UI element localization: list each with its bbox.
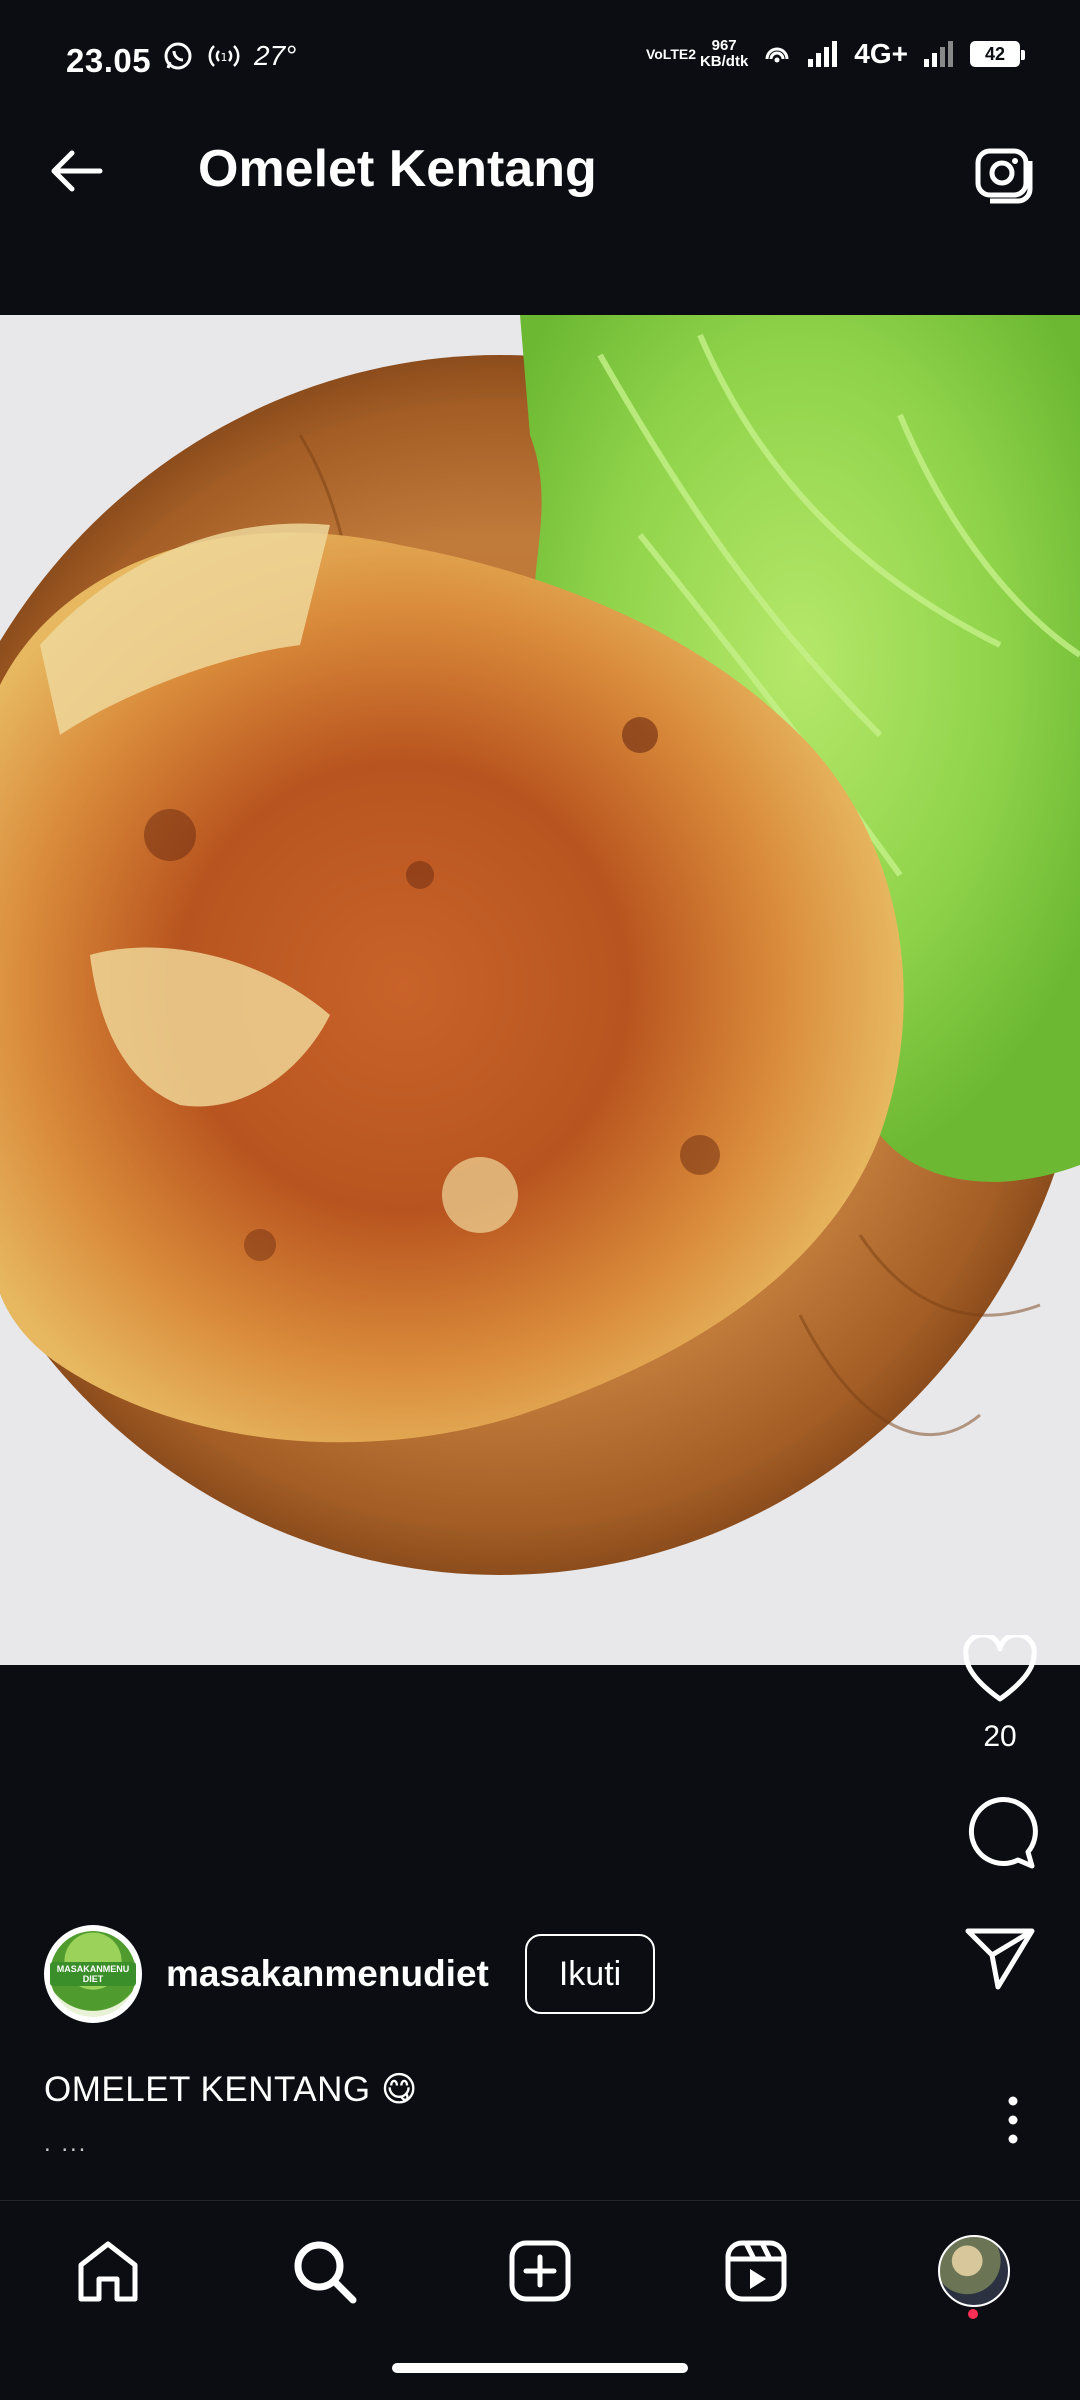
like-button[interactable] — [960, 1630, 1040, 1710]
author-username[interactable]: masakanmenudiet — [166, 1953, 489, 1995]
follow-button[interactable]: Ikuti — [524, 1934, 656, 2014]
more-options-button[interactable] — [988, 2090, 1038, 2150]
network-type: 4G+ — [854, 38, 908, 69]
camera-icon — [975, 148, 1033, 204]
nav-home[interactable] — [68, 2231, 148, 2311]
share-button[interactable] — [960, 1918, 1040, 1998]
nav-search[interactable] — [284, 2231, 364, 2311]
status-left-icons: 1 27° — [162, 40, 296, 72]
status-temperature: 27° — [254, 40, 297, 71]
avatar-logo-text: MASAKANMENU DIET — [50, 1962, 136, 1986]
volte-label: VoLTE2 — [645, 46, 696, 62]
bottom-navigation — [0, 2200, 1080, 2400]
nav-create[interactable] — [500, 2231, 580, 2311]
signal-2-icon — [924, 41, 953, 67]
profile-avatar — [938, 2235, 1010, 2307]
like-count: 20 — [983, 1720, 1017, 1753]
speed-unit: KB/dtk — [699, 53, 749, 70]
status-bar: 23.05 1 27° VoLTE2 967 KB/dtk 4G+ 42 — [0, 0, 1080, 95]
home-icon — [78, 2241, 138, 2302]
author-avatar[interactable]: MASAKANMENU DIET — [44, 1925, 142, 2023]
camera-button[interactable] — [968, 137, 1040, 209]
wifi-calling-icon — [765, 47, 789, 63]
battery-indicator: 42 — [970, 41, 1025, 67]
status-right-icons: VoLTE2 967 KB/dtk 4G+ 42 — [645, 38, 1025, 70]
plus-square-icon — [509, 2240, 571, 2302]
hotspot-icon: 1 — [208, 45, 240, 67]
comment-button[interactable] — [960, 1794, 1040, 1874]
comment-icon — [968, 1797, 1038, 1869]
status-time: 23.05 — [66, 42, 152, 79]
nav-reels[interactable] — [716, 2231, 796, 2311]
heart-icon — [963, 1635, 1037, 1702]
speed-value: 967 — [711, 37, 737, 54]
caption-more[interactable]: . ... — [44, 2130, 87, 2158]
whatsapp-icon — [164, 42, 192, 70]
send-icon — [965, 1928, 1035, 1990]
post-image[interactable] — [0, 315, 1080, 1665]
svg-text:1: 1 — [221, 51, 228, 64]
speed-indicator: 967 KB/dtk — [700, 38, 748, 70]
arrow-left-icon — [51, 150, 103, 192]
back-button[interactable] — [40, 135, 112, 207]
home-indicator[interactable] — [392, 2363, 688, 2373]
signal-icon — [808, 41, 838, 67]
omelet-photo — [0, 315, 1080, 1665]
reels-icon — [725, 2240, 787, 2302]
post-caption[interactable]: OMELET KENTANG 😋 — [44, 2070, 418, 2110]
search-icon — [294, 2241, 357, 2304]
avatar-logo: MASAKANMENU DIET — [50, 1931, 136, 2017]
page-title: Omelet Kentang — [198, 140, 597, 198]
post-author: MASAKANMENU DIET masakanmenudiet Ikuti — [44, 1925, 656, 2023]
notification-dot — [968, 2309, 978, 2319]
more-vertical-icon — [1008, 2096, 1018, 2144]
post-actions: 20 — [950, 1630, 1050, 2042]
top-bar: Omelet Kentang — [0, 95, 1080, 315]
nav-profile[interactable] — [934, 2231, 1014, 2319]
